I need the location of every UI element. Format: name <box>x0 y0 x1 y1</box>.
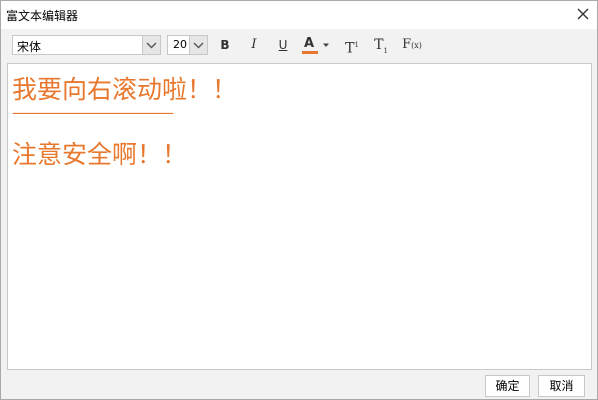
title-bar: 富文本编辑器 <box>1 1 597 29</box>
close-icon[interactable] <box>575 6 591 22</box>
bold-button[interactable]: B <box>215 35 235 55</box>
cancel-button[interactable]: 取消 <box>538 375 585 397</box>
underline-icon: U <box>278 38 288 52</box>
italic-icon: I <box>251 37 257 52</box>
caret-down-icon[interactable] <box>322 41 330 49</box>
chevron-down-icon[interactable] <box>142 36 160 54</box>
confirm-button[interactable]: 确定 <box>485 375 530 397</box>
subscript-button[interactable]: T1 <box>371 35 391 55</box>
subscript-mark: 1 <box>383 46 388 55</box>
font-family-value: 宋体 <box>17 40 42 54</box>
font-size-select[interactable]: 20 <box>167 35 208 55</box>
font-color-button[interactable]: A <box>301 35 318 55</box>
underline-button[interactable]: U <box>273 35 293 55</box>
formula-mark: (x) <box>411 41 422 50</box>
formula-icon: F <box>402 37 412 52</box>
editor-line: —————————— <box>12 102 174 123</box>
bold-icon: B <box>220 38 230 52</box>
editor-line: 注意安全啊！！ <box>12 140 188 169</box>
editor-line: 我要向右滚动啦！！ <box>12 75 238 104</box>
editor-content-area[interactable]: 我要向右滚动啦！！ —————————— 注意安全啊！！ <box>7 63 592 370</box>
chevron-down-icon[interactable] <box>189 36 207 54</box>
italic-button[interactable]: I <box>244 35 264 55</box>
formula-button[interactable]: F(x) <box>400 35 424 55</box>
rich-text-editor-dialog: 富文本编辑器 宋体 20 B I U A T1 T1 F(x) 我要向右滚动啦！… <box>0 0 598 400</box>
font-color-icon: A <box>303 36 315 51</box>
formatting-toolbar: 宋体 20 B I U A T1 T1 F(x) <box>1 29 597 63</box>
superscript-button[interactable]: T1 <box>342 35 362 57</box>
font-family-select[interactable]: 宋体 <box>12 35 161 55</box>
superscript-mark: 1 <box>354 41 359 49</box>
font-size-value: 20 <box>173 38 187 51</box>
font-color-swatch <box>302 51 318 54</box>
dialog-title: 富文本编辑器 <box>6 9 79 23</box>
